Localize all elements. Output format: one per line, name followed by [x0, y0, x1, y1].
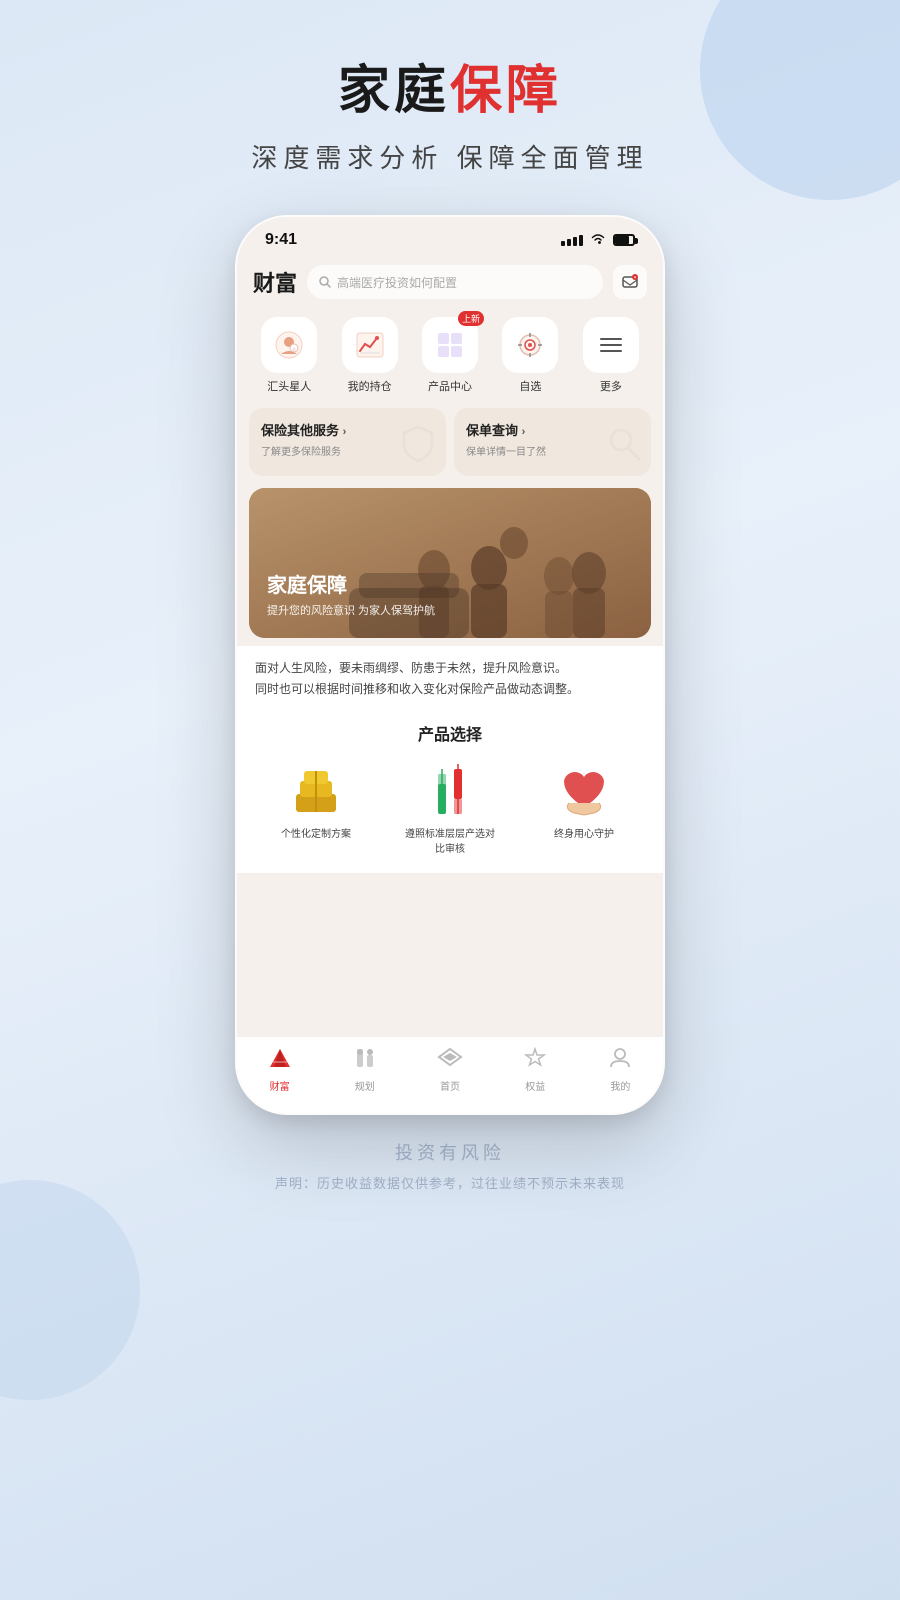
service-card-policy[interactable]: 保单查询 › 保单详情一目了然: [454, 408, 651, 476]
banner-subtitle: 提升您的风险意识 为家人保驾护航: [267, 602, 435, 618]
more-icon-box: [583, 317, 639, 373]
home-nav-label: 首页: [440, 1078, 460, 1093]
signal-icon: [561, 235, 583, 246]
policy-service-icon: [603, 423, 643, 470]
huihead-label: 汇头星人: [267, 378, 311, 394]
app-header: 财富 高端医疗投资如何配置 ¥: [237, 257, 663, 311]
lifelong-label: 终身用心守护: [554, 827, 614, 842]
family-banner[interactable]: 家庭保障 提升您的风险意识 为家人保驾护航: [249, 488, 651, 638]
banner-title: 家庭保障: [267, 569, 435, 598]
product-item-standard[interactable]: 遵照标准层层产选对比审核: [405, 759, 495, 857]
insurance-service-icon: [398, 423, 438, 470]
quick-icons-row: ☆ 汇头星人 我的持仓 上新: [237, 311, 663, 404]
page-footer: 投资有风险 声明：历史收益数据仅供参考，过往业绩不预示未来表现: [0, 1115, 900, 1192]
search-placeholder: 高端医疗投资如何配置: [337, 274, 457, 291]
products-icon-box: 上新: [422, 317, 478, 373]
standard-label: 遵照标准层层产选对比审核: [405, 827, 495, 857]
desc-text-2: 同时也可以根据时间推移和收入变化对保险产品做动态调整。: [255, 679, 645, 699]
main-title: 家庭保障: [0, 60, 900, 122]
watchlist-icon-box: [502, 317, 558, 373]
wealth-nav-label: 财富: [270, 1078, 290, 1093]
watchlist-label: 自选: [519, 378, 541, 394]
home-nav-icon: [437, 1047, 463, 1075]
svg-text:☆: ☆: [292, 347, 297, 353]
disclaimer-text: 声明：历史收益数据仅供参考，过往业绩不预示未来表现: [0, 1173, 900, 1192]
service-cards: 保险其他服务 › 了解更多保险服务 保单查询 › 保单详情一目了然: [237, 404, 663, 484]
title-red-part: 保障: [450, 62, 562, 120]
risk-text: 投资有风险: [0, 1139, 900, 1165]
custom-plan-label: 个性化定制方案: [281, 827, 351, 842]
plan-nav-icon: [353, 1047, 377, 1075]
nav-item-home[interactable]: 首页: [407, 1047, 492, 1093]
plan-nav-label: 规划: [355, 1078, 375, 1093]
nav-item-wealth[interactable]: 财富: [237, 1047, 322, 1093]
product-section-title: 产品选择: [249, 721, 651, 745]
bg-decoration-circle-bottom: [0, 1180, 140, 1400]
desc-section: 面对人生风险，要未雨绸缪、防患于未然，提升风险意识。 同时也可以根据时间推移和收…: [237, 646, 663, 707]
benefits-nav-label: 权益: [525, 1078, 545, 1093]
product-items: 个性化定制方案 遵照: [249, 759, 651, 857]
quick-item-more[interactable]: 更多: [571, 317, 651, 394]
mine-nav-label: 我的: [610, 1078, 630, 1093]
holdings-icon-box: [342, 317, 398, 373]
lifelong-icon: [554, 759, 614, 819]
page-header: 家庭保障 深度需求分析 保障全面管理: [0, 0, 900, 205]
product-item-custom[interactable]: 个性化定制方案: [271, 759, 361, 857]
nav-item-benefits[interactable]: 权益: [493, 1047, 578, 1093]
search-icon: [319, 276, 331, 288]
banner-text: 家庭保障 提升您的风险意识 为家人保驾护航: [267, 569, 435, 618]
products-label: 产品中心: [428, 378, 472, 394]
custom-plan-icon: [286, 759, 346, 819]
products-badge: 上新: [458, 311, 484, 326]
nav-item-mine[interactable]: 我的: [578, 1047, 663, 1093]
notification-icon[interactable]: ¥: [613, 265, 647, 299]
app-title: 财富: [253, 266, 297, 298]
standard-icon: [420, 759, 480, 819]
huihead-icon-box: ☆: [261, 317, 317, 373]
more-label: 更多: [600, 378, 622, 394]
phone-mockup: 9:41: [235, 215, 665, 1115]
holdings-label: 我的持仓: [348, 378, 392, 394]
search-bar[interactable]: 高端医疗投资如何配置: [307, 265, 603, 299]
status-bar: 9:41: [237, 217, 663, 257]
wifi-icon: [590, 232, 606, 248]
benefits-nav-icon: [524, 1047, 546, 1075]
quick-item-huihead[interactable]: ☆ 汇头星人: [249, 317, 329, 394]
product-section: 产品选择 个性化定制方案: [237, 707, 663, 873]
desc-text-1: 面对人生风险，要未雨绸缪、防患于未然，提升风险意识。: [255, 658, 645, 678]
status-icons: [561, 232, 635, 248]
quick-item-watchlist[interactable]: 自选: [490, 317, 570, 394]
mine-nav-icon: [609, 1047, 631, 1075]
product-item-lifelong[interactable]: 终身用心守护: [539, 759, 629, 857]
battery-icon: [613, 234, 635, 246]
quick-item-holdings[interactable]: 我的持仓: [329, 317, 409, 394]
nav-item-plan[interactable]: 规划: [322, 1047, 407, 1093]
quick-item-products[interactable]: 上新 产品中心: [410, 317, 490, 394]
status-time: 9:41: [265, 231, 297, 249]
title-black-part: 家庭: [338, 62, 450, 120]
phone-wrapper: 9:41: [0, 215, 900, 1115]
bottom-nav: 财富 规划: [237, 1036, 663, 1113]
wealth-nav-icon: [268, 1047, 292, 1075]
main-subtitle: 深度需求分析 保障全面管理: [0, 138, 900, 175]
service-card-insurance[interactable]: 保险其他服务 › 了解更多保险服务: [249, 408, 446, 476]
